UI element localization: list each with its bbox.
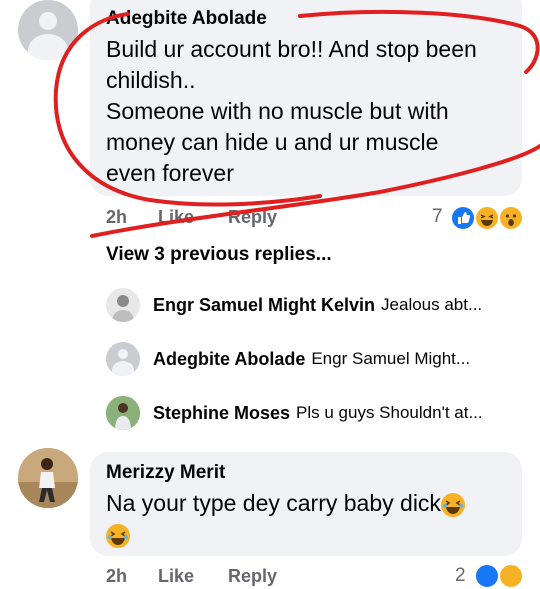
reply-button[interactable]: Reply xyxy=(228,207,277,228)
reply-preview[interactable]: Adegbite Abolade Engr Samuel Might... xyxy=(153,342,470,376)
reply-button[interactable]: Reply xyxy=(228,566,277,587)
avatar[interactable] xyxy=(106,342,140,376)
wow-reaction-icon xyxy=(498,563,524,589)
reply-text: Jealous abt... xyxy=(381,295,483,314)
comment-time: 2h xyxy=(106,207,128,227)
view-previous-replies-link[interactable]: View 3 previous replies... xyxy=(106,244,332,266)
comment-line: Build ur account bro!! And stop been xyxy=(106,36,477,62)
reply-preview[interactable]: Stephine Moses Pls u guys Shouldn't at..… xyxy=(153,396,483,430)
reply-author[interactable]: Engr Samuel Might Kelvin xyxy=(153,295,375,316)
avatar[interactable] xyxy=(18,0,78,60)
reaction-count[interactable]: 2 xyxy=(455,565,466,587)
haha-reaction-icon xyxy=(474,205,500,231)
comment-author[interactable]: Merizzy Merit xyxy=(106,462,225,484)
comment-line: childish.. xyxy=(106,67,196,93)
avatar[interactable] xyxy=(106,288,140,322)
reaction-count[interactable]: 7 xyxy=(432,206,443,228)
comment-line: money can hide u and ur muscle xyxy=(106,129,439,155)
laughing-emoji-icon xyxy=(440,492,465,517)
reply-text: Engr Samuel Might... xyxy=(311,349,471,368)
comment-line: even forever xyxy=(106,160,234,186)
comment-line: Someone with no muscle but with xyxy=(106,98,449,124)
reply-author[interactable]: Adegbite Abolade xyxy=(153,349,305,370)
comment-author[interactable]: Adegbite Abolade xyxy=(106,8,267,30)
wow-reaction-icon xyxy=(498,205,524,231)
reply-text: Pls u guys Shouldn't at... xyxy=(296,403,483,422)
like-reaction-icon xyxy=(474,563,500,589)
comment-text: Na your type dey carry baby dick xyxy=(106,488,506,550)
laughing-emoji-icon xyxy=(106,523,130,548)
avatar[interactable] xyxy=(18,448,78,508)
like-reaction-icon xyxy=(450,205,476,231)
like-button[interactable]: Like xyxy=(158,566,194,587)
comment-text-content: Na your type dey carry baby dick xyxy=(106,490,441,516)
avatar[interactable] xyxy=(106,396,140,430)
reply-author[interactable]: Stephine Moses xyxy=(153,403,290,424)
like-button[interactable]: Like xyxy=(158,207,194,228)
reply-preview[interactable]: Engr Samuel Might Kelvin Jealous abt... xyxy=(153,288,482,322)
comment-text: Build ur account bro!! And stop been chi… xyxy=(106,34,477,189)
comment-time: 2h xyxy=(106,566,128,586)
